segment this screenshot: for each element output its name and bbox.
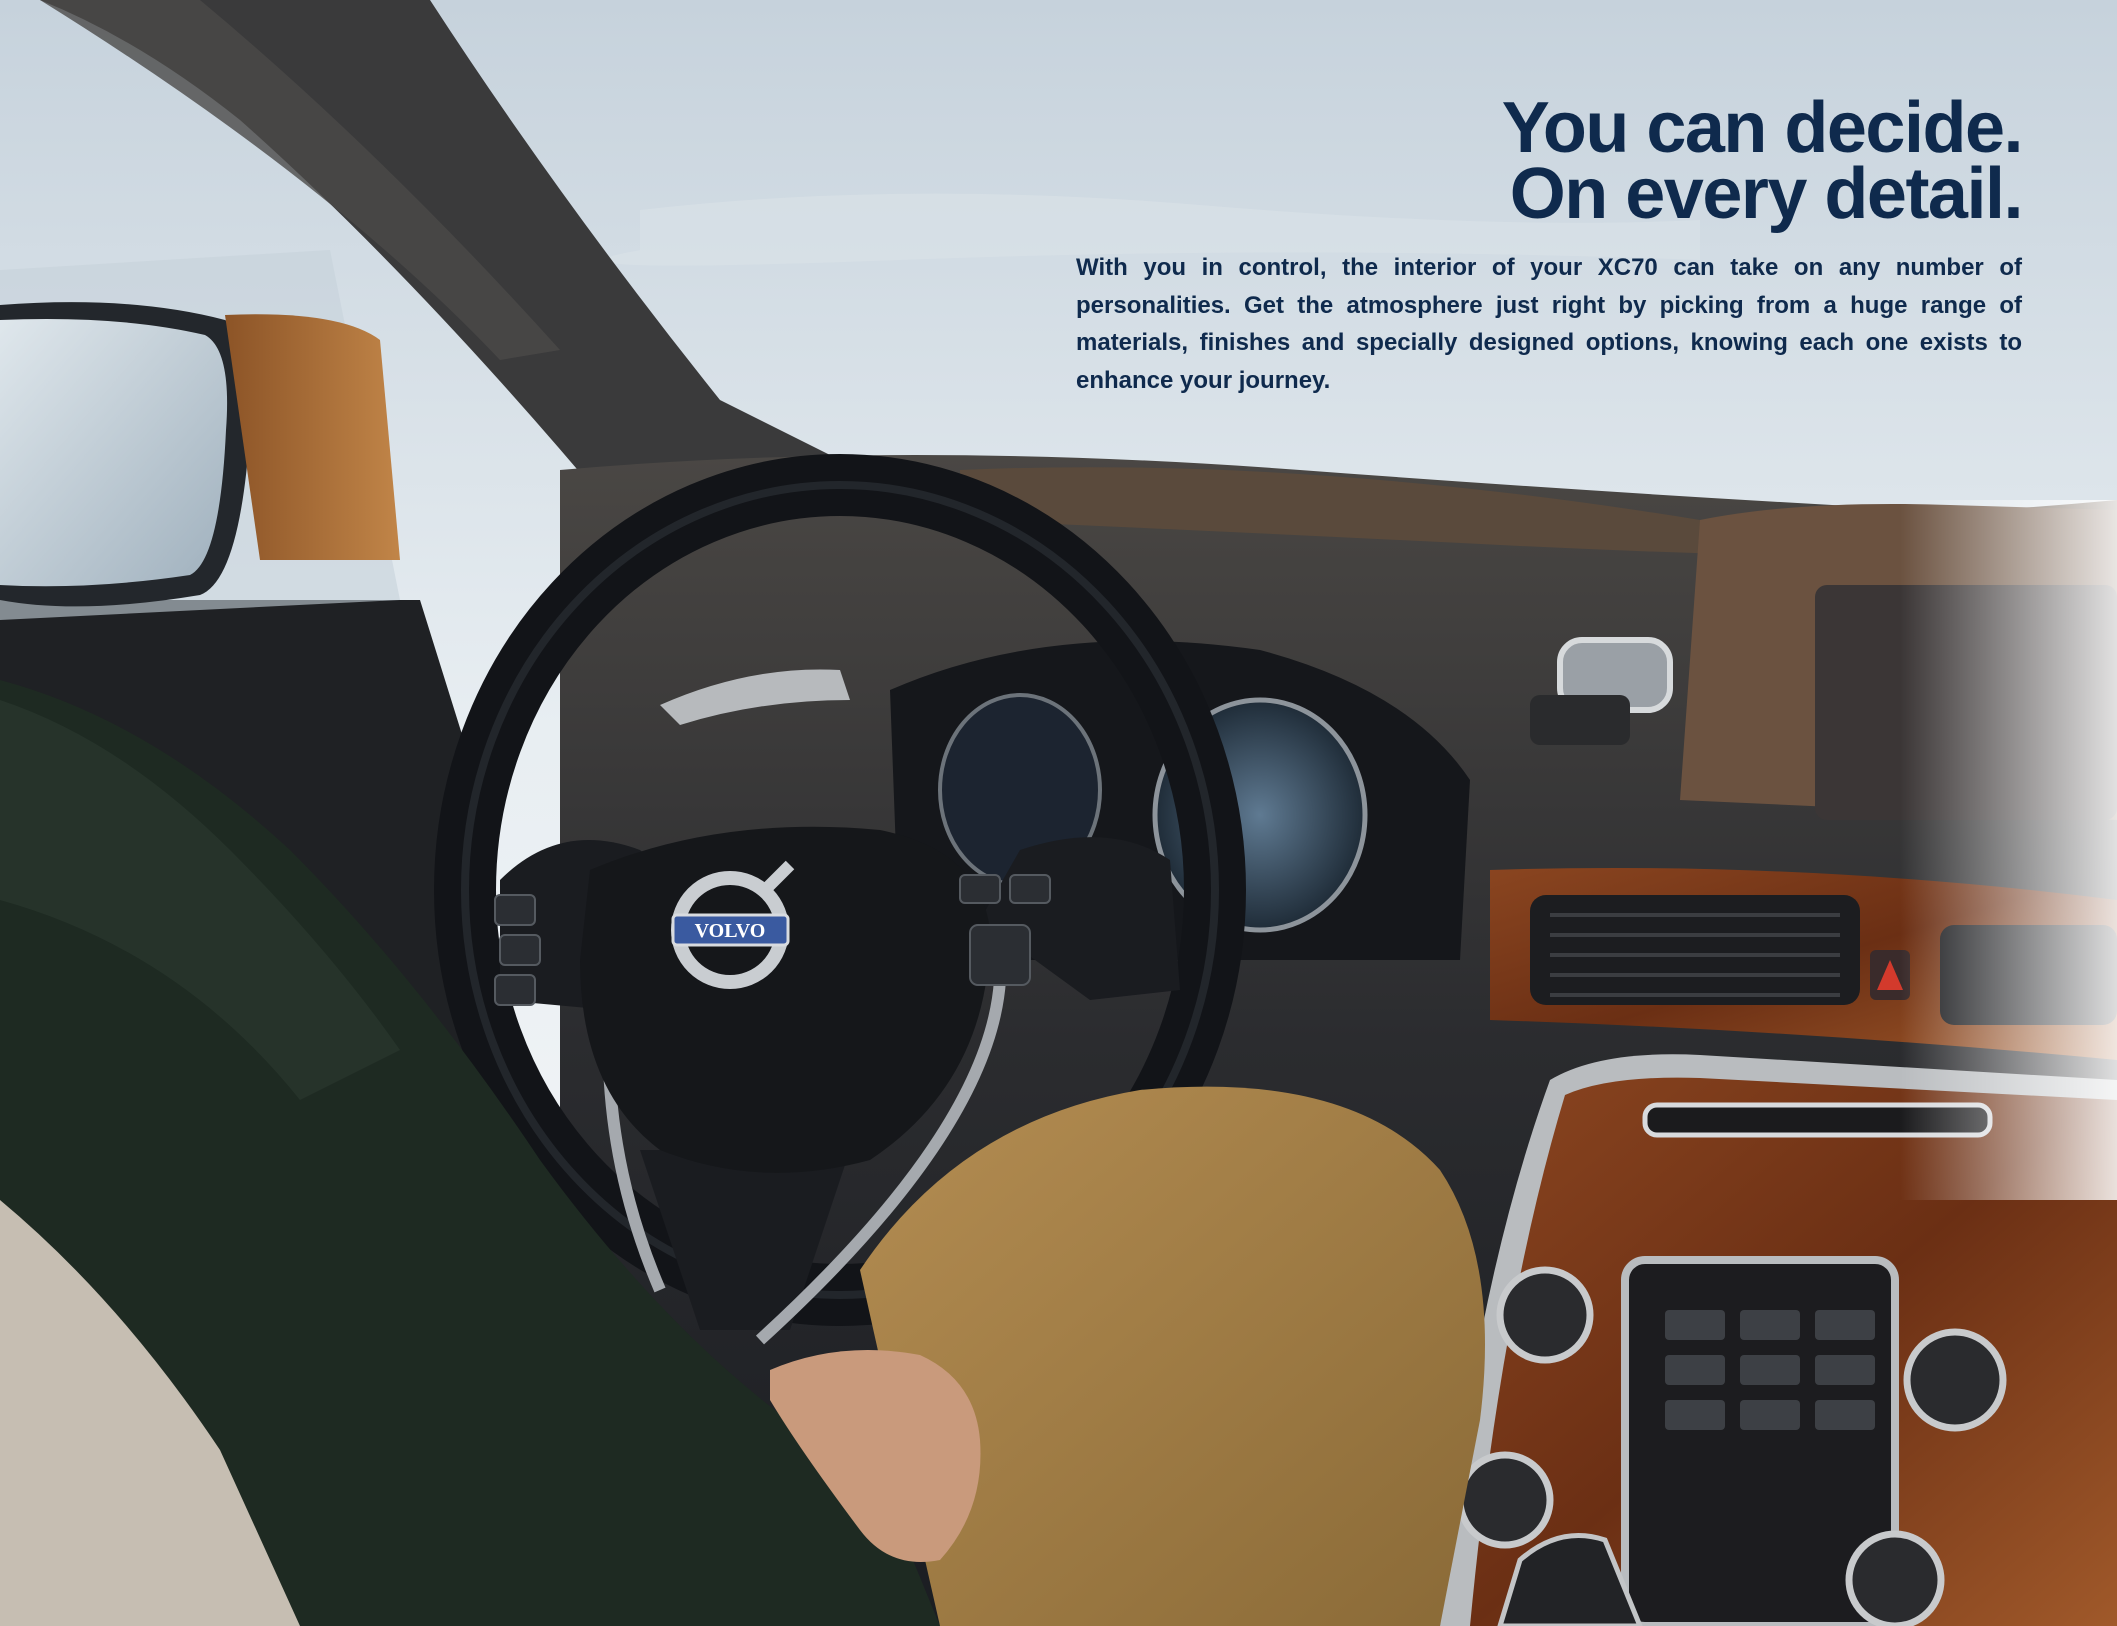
headline-line-1: You can decide. <box>1501 88 2024 168</box>
body-paragraph: With you in control, the interior of you… <box>1076 254 2022 394</box>
temp-knob-left <box>1456 1451 1554 1549</box>
tune-knob <box>1903 1328 2007 1432</box>
air-vent-left <box>1530 895 1860 1005</box>
volume-knob <box>1496 1266 1594 1364</box>
headline-line-2: On every detail. <box>1509 154 2024 234</box>
text-block: You can decide. On every detail. With yo… <box>1076 88 2024 399</box>
headline: You can decide. On every detail. <box>1076 88 2024 234</box>
temp-knob-right <box>1845 1530 1945 1626</box>
volvo-badge-text: VOLVO <box>695 920 766 942</box>
